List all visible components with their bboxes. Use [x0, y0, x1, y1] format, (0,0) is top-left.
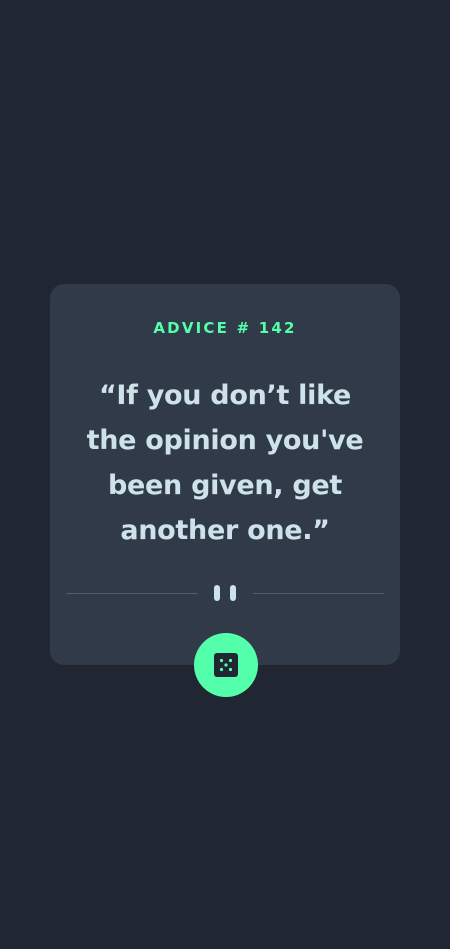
pause-bar: [230, 585, 236, 601]
new-advice-button[interactable]: [194, 633, 258, 697]
divider-line-left: [66, 593, 198, 594]
dice-icon: [214, 653, 238, 677]
pause-icon: [214, 584, 236, 602]
divider: [66, 584, 384, 602]
advice-card: ADVICE # 142 “If you don’t like the opin…: [50, 284, 400, 665]
page: ADVICE # 142 “If you don’t like the opin…: [0, 0, 450, 949]
pause-bar: [214, 585, 220, 601]
advice-quote: “If you don’t like the opinion you've be…: [86, 380, 364, 546]
advice-id: ADVICE # 142: [153, 319, 297, 337]
divider-line-right: [253, 593, 384, 594]
